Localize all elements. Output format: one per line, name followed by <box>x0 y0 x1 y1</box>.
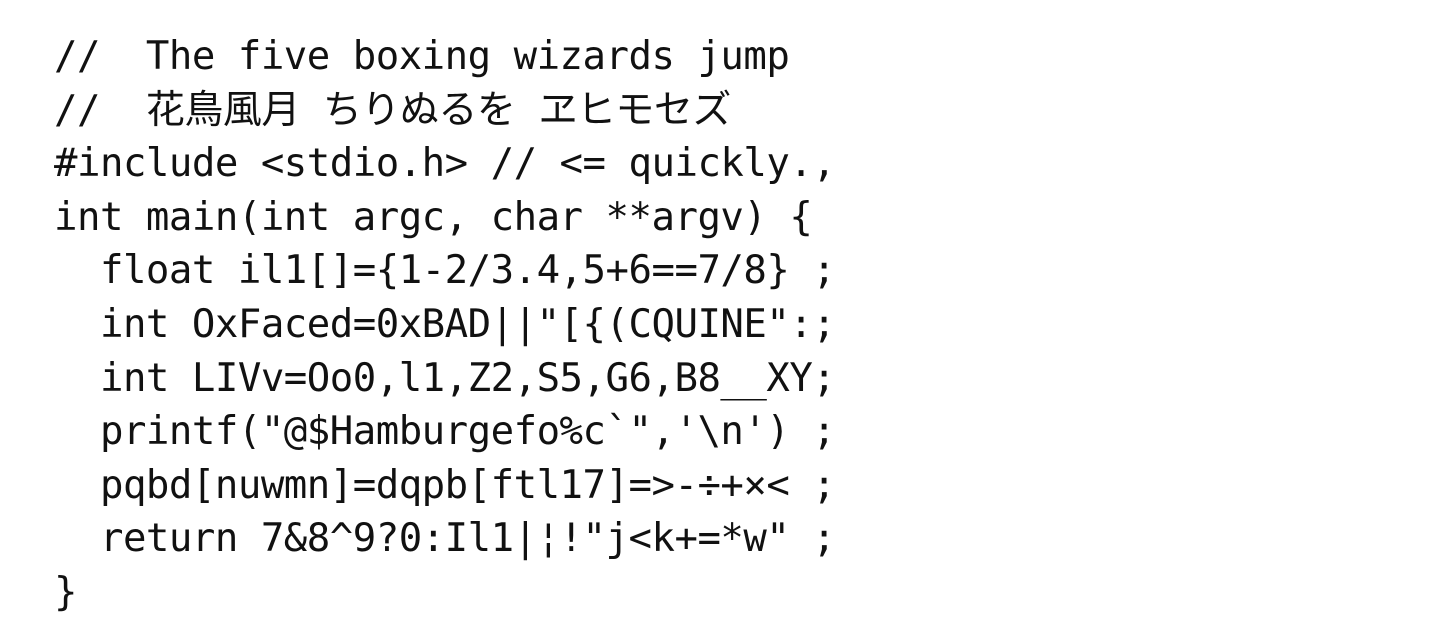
code-line-include: #include <stdio.h> // <= quickly., <box>54 141 836 187</box>
code-sample: // The five boxing wizards jump // 花鳥風月 ち… <box>54 30 836 620</box>
code-line-main-signature: int main(int argc, char **argv) { <box>54 194 813 240</box>
code-line-return: return 7&8^9?0:Il1|¦!"j<k+=*w" ; <box>54 516 836 562</box>
code-line-closing-brace: } <box>54 569 77 615</box>
code-line-comment-1: // The five boxing wizards jump <box>54 34 790 79</box>
code-line-array-assign: pqbd[nuwmn]=dqpb[ftl17]=>-÷+×< ; <box>54 462 836 508</box>
code-line-int-decl-2: int LIVv=Oo0,l1,Z2,S5,G6,B8__XY; <box>54 355 836 401</box>
code-line-comment-2: // 花鳥風月 ちりぬるを ヱヒモセズ <box>54 87 731 133</box>
code-line-printf: printf("@$Hamburgefo%c`",'\n') ; <box>54 409 836 455</box>
code-line-int-decl-1: int OxFaced=0xBAD||"[{(CQUINE":; <box>54 301 836 347</box>
code-line-float-decl: float il1[]={1-2/3.4,5+6==7/8} ; <box>54 248 836 294</box>
